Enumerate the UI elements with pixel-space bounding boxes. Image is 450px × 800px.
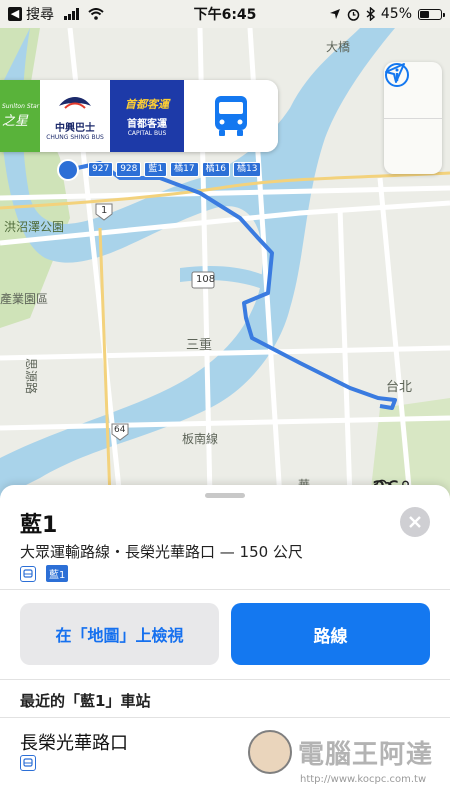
agency-sub: 之星 (2, 114, 29, 129)
route-chip[interactable]: 藍1 (144, 162, 168, 177)
route-chip[interactable]: 927 (88, 162, 114, 177)
agency-sub: CHUNG SHING BUS (46, 133, 104, 141)
map-label-industrial: 產業園區 (0, 292, 49, 306)
agency-name: 首都客運 (127, 118, 167, 130)
route-chip[interactable]: 橘16 (201, 162, 231, 177)
map-label-road-108: 108 (196, 274, 216, 285)
agency-name: Sunlton Star (2, 103, 40, 110)
map-label-daqiao: 大橋 (326, 40, 351, 54)
bus-icon (20, 565, 36, 582)
map-label-taipei: 台北 (386, 380, 413, 395)
watermark-url: http://www.kocpc.com.tw (300, 774, 427, 785)
route-subtitle: 大眾運輸路線・長榮光華路口 — 150 公尺 (20, 543, 303, 561)
locate-me-button[interactable] (384, 63, 442, 174)
map-label-road-64: 64 (114, 425, 126, 435)
route-line-icons: 藍1 (20, 565, 69, 582)
map-label-banan-line: 板南線 (182, 432, 219, 446)
view-on-map-button[interactable]: 在「地圖」上檢視 (20, 603, 219, 665)
nearest-stations-heading: 最近的「藍1」車站 (20, 692, 151, 710)
status-bar: ◀ 搜尋 下午6:45 45% (0, 0, 450, 28)
divider (0, 589, 450, 590)
agency-chung-shing-bus[interactable]: 中興巴士 CHUNG SHING BUS (40, 80, 110, 152)
alarm-icon (347, 8, 360, 21)
line-badge: 藍1 (46, 565, 69, 582)
map-label-road-1: 1 (101, 205, 108, 216)
watermark: 電腦王阿達 (248, 730, 433, 774)
close-icon (409, 516, 421, 528)
map-label-simin-road: 思源路 (24, 358, 38, 395)
bluetooth-icon (366, 7, 375, 21)
agency-capital-bus[interactable]: 首都客運 首都客運 CAPITAL BUS (110, 80, 184, 152)
close-button[interactable] (400, 507, 430, 537)
watermark-text: 電腦王阿達 (298, 739, 434, 770)
route-chips: 927 928 藍1 橘17 橘16 橘13 (88, 162, 262, 177)
battery-icon (418, 8, 445, 20)
location-arrow-icon (385, 63, 405, 83)
chung-shing-logo-icon (59, 96, 91, 109)
route-title: 藍1 (20, 513, 58, 538)
route-chip[interactable]: 928 (116, 162, 142, 177)
bus-stop-icon (20, 755, 36, 771)
nearest-stop-name[interactable]: 長榮光華路口 (20, 729, 128, 755)
agency-sunlton-star[interactable]: Sunlton Star 之星 (0, 80, 40, 152)
route-chip[interactable]: 橘17 (170, 162, 199, 177)
current-location-dot (57, 159, 79, 181)
map-label-sanchong: 三重 (186, 338, 213, 353)
route-button[interactable]: 路線 (231, 603, 430, 665)
route-chip[interactable]: 橘13 (233, 162, 262, 177)
agency-name: 中興巴士 (55, 122, 95, 134)
agency-generic-bus[interactable] (184, 80, 278, 152)
status-right: 45% (329, 6, 445, 22)
agency-sub: CAPITAL BUS (127, 129, 167, 137)
watermark-mascot-icon (248, 730, 292, 774)
location-services-icon (329, 9, 340, 19)
divider (0, 717, 450, 718)
battery-percent: 45% (380, 6, 412, 22)
divider (0, 679, 450, 680)
agency-brand: 首都客運 (125, 97, 169, 111)
map-controls (384, 62, 442, 174)
transit-agency-banner[interactable]: Sunlton Star 之星 中興巴士 CHUNG SHING BUS 首都客… (0, 80, 278, 152)
battery-level (420, 10, 429, 18)
bus-icon (215, 96, 247, 136)
map-label-park: 洪沼澤公園 (4, 220, 65, 234)
sheet-grabber[interactable] (205, 493, 245, 498)
